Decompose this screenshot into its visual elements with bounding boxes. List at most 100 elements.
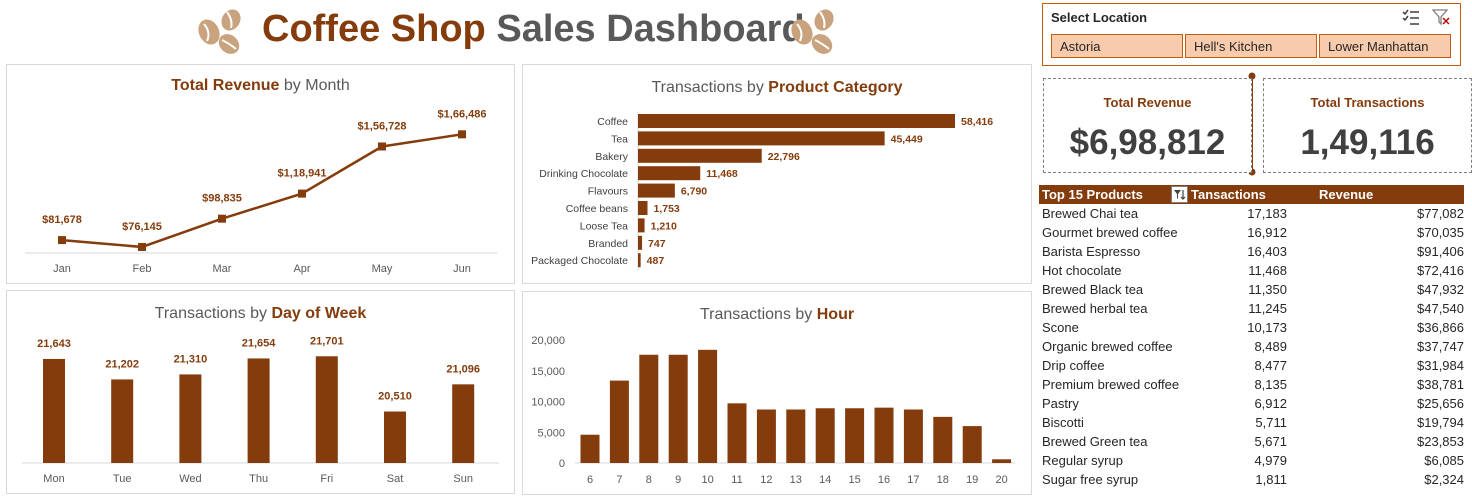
slicer-option-astoria[interactable]: Astoria (1051, 34, 1183, 58)
column-header-transactions[interactable]: Tansactions (1191, 187, 1266, 202)
title-part-grey: Sales Dashboard (496, 8, 805, 50)
product-cell: Brewed Chai tea (1042, 206, 1139, 221)
category-bar (638, 114, 955, 128)
x-tick-label: Feb (133, 263, 152, 275)
hour-bar (786, 409, 806, 463)
hour-bar (639, 354, 659, 463)
transactions-cell: 4,979 (1254, 453, 1287, 468)
product-cell: Premium brewed coffee (1042, 377, 1180, 392)
data-point-marker (458, 130, 466, 139)
day-bar (452, 384, 475, 463)
table-row[interactable]: Drip coffee 8,477 $31,984 (1039, 356, 1464, 375)
table-row[interactable]: Barista Espresso 16,403 $91,406 (1039, 242, 1464, 261)
x-tick-label: Jun (453, 263, 471, 275)
x-tick-label: Fri (320, 473, 333, 485)
slicer-option-lower-manhattan[interactable]: Lower Manhattan (1319, 34, 1451, 58)
table-body: Brewed Chai tea 17,183 $77,082 Gourmet brew… (1039, 204, 1464, 489)
y-tick-label: 5,000 (537, 427, 565, 439)
hour-bar (727, 403, 747, 463)
product-cell: Regular syrup (1042, 453, 1123, 468)
revenue-cell: $19,794 (1417, 415, 1464, 430)
product-cell: Gourmet brewed coffee (1042, 225, 1178, 240)
hour-bar (698, 349, 718, 463)
table-row[interactable]: Brewed Black tea 11,350 $47,932 (1039, 280, 1464, 299)
hour-bar (756, 409, 776, 463)
transactions-cell: 10,173 (1247, 320, 1287, 335)
table-row[interactable]: Premium brewed coffee 8,135 $38,781 (1039, 375, 1464, 394)
table-row[interactable]: Organic brewed coffee 8,489 $37,747 (1039, 337, 1464, 356)
product-cell: Sugar free syrup (1042, 472, 1139, 487)
product-cell: Brewed Black tea (1042, 282, 1144, 297)
revenue-cell: $23,853 (1417, 434, 1464, 449)
data-label: $1,56,728 (358, 120, 407, 132)
x-tick-label: 9 (675, 474, 681, 486)
revenue-cell: $38,781 (1417, 377, 1464, 392)
bar-value-label: 21,310 (174, 353, 208, 365)
y-tick-label: 10,000 (531, 397, 565, 409)
x-tick-label: 10 (701, 474, 713, 486)
hour-bar (580, 434, 600, 463)
category-label: Flavours (588, 186, 628, 198)
bar-value-label: 1,210 (651, 220, 677, 232)
category-bar (638, 218, 645, 233)
hour-panel: Transactions by Hour 0 5,000 10,000 15,000 2… (522, 291, 1032, 495)
title-part-brown: Coffee Shop (262, 8, 486, 50)
x-tick-label: Jan (53, 263, 71, 275)
x-tick-label: Sun (453, 473, 473, 485)
bar-value-label: 45,449 (891, 133, 923, 145)
table-row[interactable]: Pastry 6,912 $25,656 (1039, 394, 1464, 413)
multi-select-icon[interactable] (1401, 8, 1421, 26)
column-header-product[interactable]: Top 15 Products (1042, 187, 1143, 202)
transactions-cell: 16,912 (1247, 225, 1287, 240)
table-row[interactable]: Brewed Green tea 5,671 $23,853 (1039, 432, 1464, 451)
kpi-value: 1,49,116 (1300, 123, 1435, 162)
revenue-cell: $47,540 (1417, 301, 1464, 316)
hour-bar (903, 409, 923, 463)
day-bar (111, 379, 134, 463)
slicer-option-hells-kitchen[interactable]: Hell's Kitchen (1185, 34, 1317, 58)
y-tick-label: 20,000 (531, 335, 565, 347)
x-tick-label: Tue (113, 473, 132, 485)
category-label: Bakery (595, 151, 628, 163)
x-tick-label: 20 (995, 474, 1007, 486)
hour-bar (933, 416, 953, 463)
table-row[interactable]: Biscotti 5,711 $19,794 (1039, 413, 1464, 432)
transactions-cell: 16,403 (1247, 244, 1287, 259)
table-row[interactable]: Scone 10,173 $36,866 (1039, 318, 1464, 337)
transactions-cell: 17,183 (1247, 206, 1287, 221)
x-tick-label: Apr (293, 263, 310, 275)
category-bar (638, 166, 701, 181)
table-row[interactable]: Brewed herbal tea 11,245 $47,540 (1039, 299, 1464, 318)
revenue-cell: $91,406 (1417, 244, 1464, 259)
hour-bar (845, 408, 865, 463)
clear-filter-icon[interactable] (1431, 8, 1451, 26)
bar-value-label: 487 (647, 255, 665, 267)
category-bar (638, 183, 675, 198)
data-point-marker (138, 242, 146, 251)
bar-value-label: 1,753 (654, 203, 680, 215)
table-row[interactable]: Regular syrup 4,979 $6,085 (1039, 451, 1464, 470)
hour-bar (815, 408, 835, 463)
revenue-cell: $36,866 (1417, 320, 1464, 335)
bar-value-label: 21,096 (446, 363, 480, 375)
product-cell: Barista Espresso (1042, 244, 1141, 259)
transactions-cell: 1,811 (1255, 472, 1287, 487)
x-tick-label: Sat (387, 473, 404, 485)
dashboard-header: Coffee Shop Sales Dashboard (0, 0, 1035, 62)
table-row[interactable]: Sugar free syrup 1,811 $2,324 (1039, 470, 1464, 489)
category-label: Packaged Chocolate (531, 255, 628, 267)
table-row[interactable]: Hot chocolate 11,468 $72,416 (1039, 261, 1464, 280)
bar-value-label: 21,202 (105, 358, 139, 370)
data-label: $76,145 (122, 221, 162, 233)
table-row[interactable]: Brewed Chai tea 17,183 $77,082 (1039, 204, 1464, 223)
bar-value-label: 21,701 (310, 335, 344, 347)
bar-value-label: 6,790 (681, 186, 707, 198)
category-panel: Transactions by Product Category Coffee 5… (522, 64, 1032, 284)
sort-filter-icon[interactable] (1171, 186, 1188, 203)
bar-value-label: 21,654 (242, 337, 277, 349)
bar-value-label: 22,796 (768, 151, 800, 163)
table-row[interactable]: Gourmet brewed coffee 16,912 $70,035 (1039, 223, 1464, 242)
x-tick-label: 8 (646, 474, 652, 486)
y-tick-label: 0 (559, 458, 565, 470)
column-header-revenue[interactable]: Revenue (1319, 187, 1373, 202)
